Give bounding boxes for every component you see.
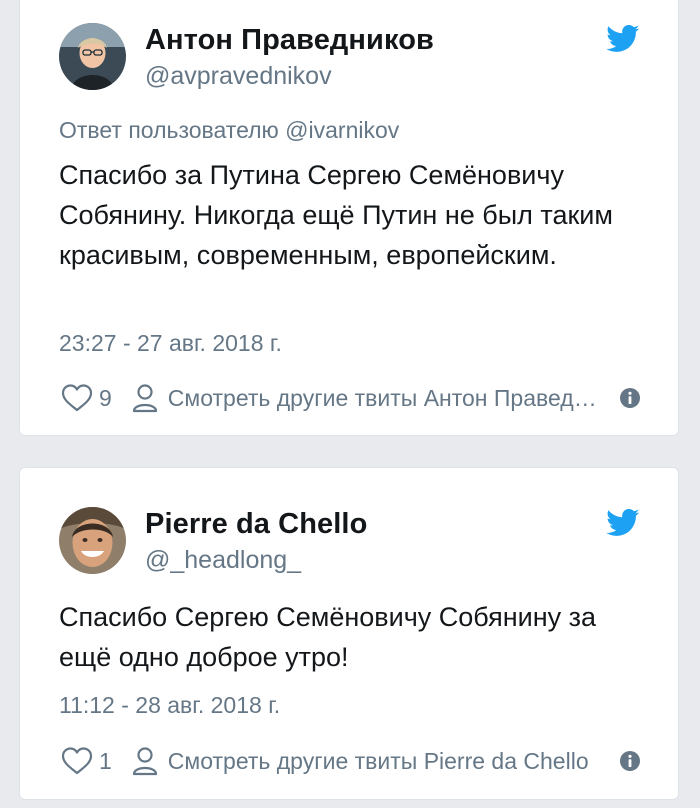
avatar[interactable]: [59, 23, 126, 90]
tweet-timestamp[interactable]: 23:27 - 27 авг. 2018 г.: [59, 328, 282, 358]
more-tweets-link[interactable]: Смотреть другие твиты Антон Праведников: [168, 383, 608, 413]
like-count: 9: [99, 385, 112, 411]
avatar[interactable]: [59, 507, 126, 574]
heart-icon[interactable]: [61, 746, 93, 776]
tweet-card[interactable]: Антон Праведников @avpravednikov Ответ п…: [19, 0, 679, 436]
author-block: Антон Праведников @avpravednikov: [145, 23, 434, 93]
tweet-timestamp[interactable]: 11:12 - 28 авг. 2018 г.: [59, 690, 280, 720]
tweet-actions: 9 Смотреть другие твиты Антон Праведнико…: [61, 381, 640, 415]
tweet-header: Антон Праведников @avpravednikov: [59, 23, 640, 93]
twitter-bird-icon[interactable]: [606, 509, 640, 537]
user-icon[interactable]: [132, 746, 158, 776]
info-icon[interactable]: [620, 751, 640, 771]
tweet-text: Спасибо за Путина Сергею Семёновичу Собя…: [59, 160, 613, 270]
reply-context[interactable]: Ответ пользователю @ivarnikov: [59, 113, 399, 147]
user-icon[interactable]: [132, 383, 158, 413]
author-handle[interactable]: @avpravednikov: [145, 59, 434, 93]
like-count: 1: [99, 748, 112, 774]
more-tweets-link[interactable]: Смотреть другие твиты Pierre da Chello: [168, 746, 608, 776]
heart-icon[interactable]: [61, 383, 93, 413]
tweet-header: Pierre da Chello @_headlong_: [59, 507, 640, 577]
author-name[interactable]: Pierre da Chello: [145, 507, 367, 541]
info-icon[interactable]: [620, 388, 640, 408]
tweet-actions: 1 Смотреть другие твиты Pierre da Chello: [61, 744, 640, 778]
author-handle[interactable]: @_headlong_: [145, 543, 367, 577]
author-name[interactable]: Антон Праведников: [145, 23, 434, 57]
twitter-bird-icon[interactable]: [606, 25, 640, 53]
author-block: Pierre da Chello @_headlong_: [145, 507, 367, 577]
tweet-card[interactable]: Pierre da Chello @_headlong_ Спасибо Сер…: [19, 467, 679, 800]
tweet-text: Спасибо Сергею Семёновичу Собянину за ещ…: [59, 602, 597, 672]
